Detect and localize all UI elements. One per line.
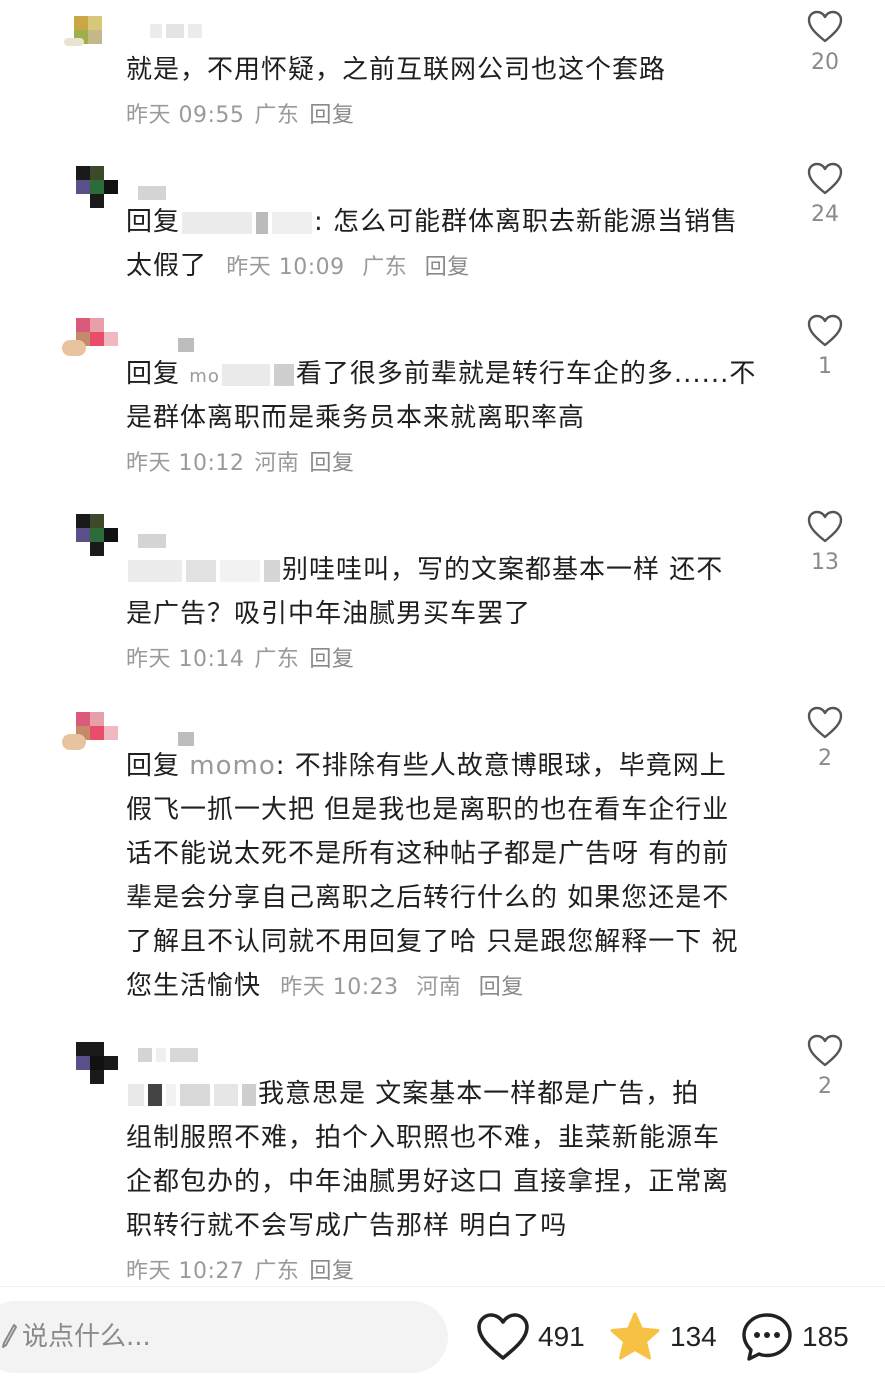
masked-username [128,1083,144,1106]
comment-text-line2: 假飞一抓一大把 但是我也是离职的也在看车企行业 [126,795,730,825]
pencil-icon [2,1324,17,1348]
bottom-action-bar: 说点什么... 491 134 185 [0,1286,885,1395]
comment-location: 广东 [254,647,300,672]
masked-username [182,211,253,234]
reply-button[interactable]: 回复 [479,975,524,1000]
comment-time: 昨天 10:14 [126,647,245,672]
username-masked[interactable] [150,20,206,38]
like-count-total: 491 [538,1321,585,1352]
comment-text: 别哇哇叫，写的文案都基本一样 还不 [126,548,776,592]
like-count: 1 [818,354,832,379]
comment-text: 回复: 怎么可能群体离职去新能源当销售 [126,207,739,237]
like-count: 13 [811,550,839,575]
comment-button[interactable]: 185 [740,1309,849,1365]
comment-like-button[interactable]: 24 [800,162,850,227]
heart-icon [807,510,843,543]
comment-text-line6: 您生活愉快 昨天 10:23 河南 回复 [126,971,524,1001]
comment-location: 广东 [362,255,408,280]
username-masked[interactable] [178,334,198,352]
comment-text-line2: 组制服照不难，拍个入职照也不难，韭菜新能源车 [126,1123,721,1153]
username-masked[interactable] [178,728,198,746]
comment-time: 昨天 10:27 [126,1259,245,1284]
comment-location: 河南 [254,451,300,476]
star-icon [610,1312,660,1360]
like-count: 20 [811,50,839,75]
comment-text: 回复 momo: 不排除有些人故意博眼球，毕竟网上 [126,751,727,781]
username-masked[interactable] [138,1044,202,1062]
comment-location: 广东 [254,103,300,128]
reply-button[interactable]: 回复 [425,255,470,280]
comment-time: 昨天 10:09 [226,255,345,280]
comment-time: 昨天 09:55 [126,103,245,128]
comment-like-button[interactable]: 2 [800,1034,850,1099]
reply-button[interactable]: 回复 [309,1259,354,1284]
comment-text: 我意思是 文案基本一样都是广告，拍 [126,1072,786,1116]
comment-location: 河南 [416,975,462,1000]
comment-meta: 昨天 10:14 广东 回复 [126,640,364,680]
comment-input-placeholder: 说点什么... [22,1322,151,1352]
reply-button[interactable]: 回复 [309,647,354,672]
chat-bubble-icon [742,1313,792,1361]
comment-meta: 昨天 10:12 河南 回复 [126,444,364,484]
like-count: 2 [818,746,832,771]
reply-button[interactable]: 回复 [309,451,354,476]
comment-text: 回复 mo 看了很多前辈就是转行车企的多......不 [126,359,757,389]
comment-text-line4: 职转行就不会写成广告那样 明白了吗 [126,1211,568,1241]
heart-icon [807,162,843,195]
username-masked[interactable] [138,182,170,200]
comment-text-line2: 是群体离职而是乘务员本来就离职率高 [126,403,586,433]
comment-like-button[interactable]: 2 [800,706,850,771]
avatar[interactable] [68,514,124,560]
heart-icon [807,706,843,739]
masked-username [221,363,270,386]
username-masked[interactable] [138,530,170,548]
comment-text-line2: 是广告？吸引中年油腻男买车罢了 [126,599,532,629]
heart-icon [807,10,843,43]
comment-time: 昨天 10:23 [280,975,399,1000]
comment-count: 185 [802,1321,849,1352]
avatar[interactable] [68,166,124,212]
heart-icon [807,1034,843,1067]
comment-text-line5: 了解且不认同就不用回复了哈 只是跟您解释一下 祝 [126,927,739,957]
comment-text-line3: 企都包办的，中年油腻男好这口 直接拿捏，正常离 [126,1167,730,1197]
comment-input[interactable]: 说点什么... [0,1301,448,1373]
comment-time: 昨天 10:12 [126,451,245,476]
avatar[interactable] [62,710,118,756]
favorite-button[interactable]: 134 [608,1309,717,1365]
comment-location: 广东 [254,1259,300,1284]
comment-meta: 昨天 09:55 广东 回复 [126,96,364,136]
comment-text-line4: 辈是会分享自己离职之后转行什么的 如果您还是不 [126,883,730,913]
comment-text: 就是，不用怀疑，之前互联网公司也这个套路 [126,55,667,85]
masked-username [128,559,182,582]
avatar[interactable] [62,316,118,362]
favorite-count: 134 [670,1321,717,1352]
avatar[interactable] [68,1042,124,1088]
comment-like-button[interactable]: 1 [800,314,850,379]
comment-text-line2: 太假了 昨天 10:09 广东 回复 [126,251,470,281]
comment-text-line3: 话不能说太死不是所有这种帖子都是广告呀 有的前 [126,839,730,869]
avatar[interactable] [64,8,120,54]
heart-icon [477,1313,529,1360]
like-count: 2 [818,1074,832,1099]
reply-button[interactable]: 回复 [309,103,354,128]
like-count: 24 [811,202,839,227]
comment-like-button[interactable]: 20 [800,10,850,75]
comment-like-button[interactable]: 13 [800,510,850,575]
like-post-button[interactable]: 491 [476,1309,585,1365]
heart-icon [807,314,843,347]
